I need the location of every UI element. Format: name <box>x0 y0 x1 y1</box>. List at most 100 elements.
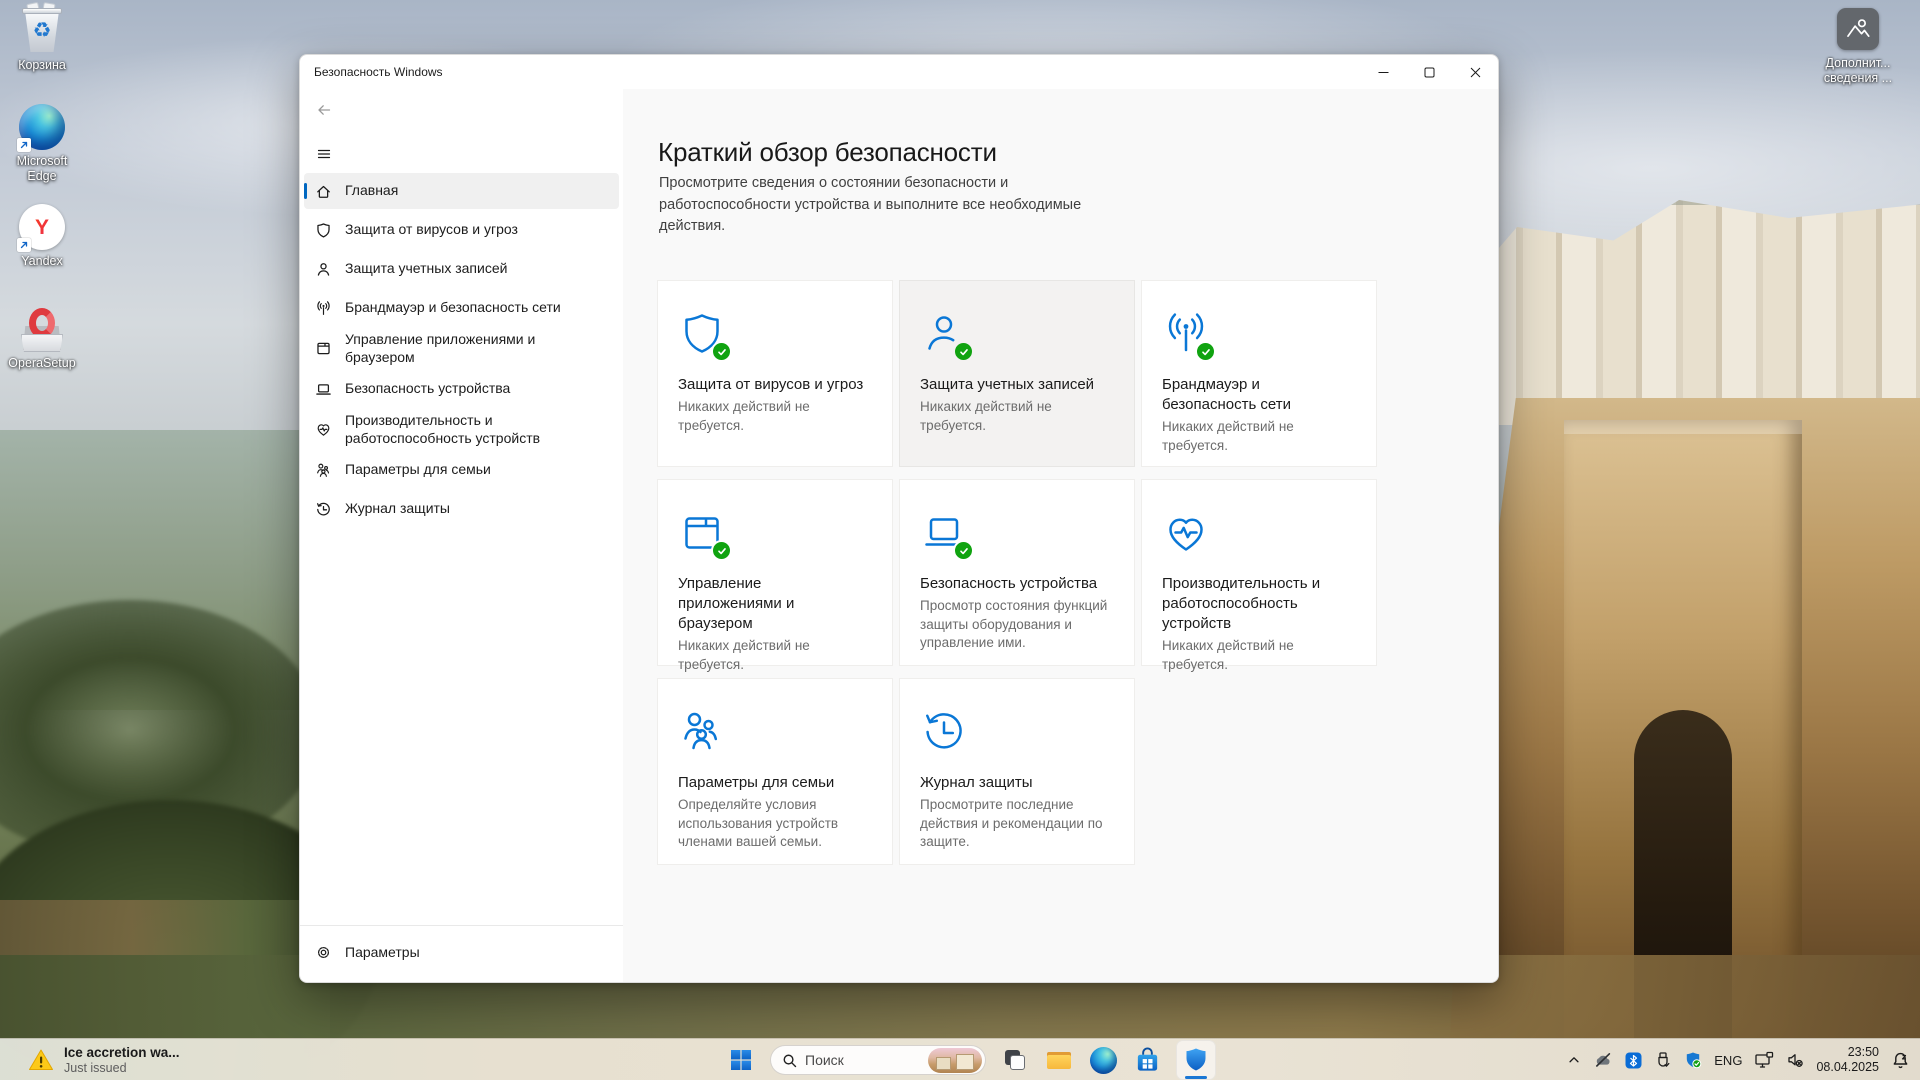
tile-title: Брандмауэр и безопасность сети <box>1162 376 1292 413</box>
sidebar-item-home[interactable]: Главная <box>304 173 619 209</box>
sidebar-item-firewall-network[interactable]: Брандмауэр и безопасность сети <box>304 290 619 326</box>
desktop-icon-opera-setup[interactable]: OperaSetup <box>6 306 78 371</box>
title-bar[interactable]: Безопасность Windows <box>300 55 1498 89</box>
sidebar-item-device-performance-health[interactable]: Производительность и работоспособность у… <box>304 410 619 449</box>
windows-logo-icon <box>731 1050 751 1070</box>
widgets-button[interactable]: Ice accretion wa... Just issued <box>18 1039 190 1080</box>
tile-protection-history[interactable]: Журнал защиты Просмотрите последние дейс… <box>899 678 1135 865</box>
family-icon <box>317 463 330 477</box>
tile-title: Безопасность устройства <box>920 575 1098 592</box>
onedrive-off-icon[interactable] <box>1593 1052 1613 1068</box>
tile-firewall-network-protection[interactable]: Брандмауэр и безопасность сети Никаких д… <box>1141 280 1377 467</box>
tray-date: 08.04.2025 <box>1816 1060 1879 1074</box>
back-button[interactable] <box>308 95 340 125</box>
svg-text:Y: Y <box>35 216 49 239</box>
edge-icon <box>1089 1046 1117 1074</box>
windows-security-taskbar-button[interactable] <box>1176 1040 1216 1080</box>
gear-icon <box>317 946 330 958</box>
family-icon <box>684 712 718 750</box>
folder-icon <box>1045 1046 1073 1074</box>
taskbar: Ice accretion wa... Just issued Поиск EN… <box>0 1038 1920 1080</box>
desktop-icon-yandex[interactable]: Y Yandex <box>6 204 78 269</box>
tile-status: Никаких действий не требуется. <box>920 399 1052 433</box>
sidebar-item-label: Журнал защиты <box>345 500 450 517</box>
tile-status: Никаких действий не требуется. <box>1162 419 1294 453</box>
tile-account-protection[interactable]: Защита учетных записей Никаких действий … <box>899 280 1135 467</box>
tile-title: Защита от вирусов и угроз <box>678 376 864 393</box>
tile-status: Никаких действий не требуется. <box>678 399 810 433</box>
page-description: Просмотрите сведения о состоянии безопас… <box>659 175 1082 234</box>
desktop-icon-label: Дополнит... сведения ... <box>1823 56 1893 85</box>
main-content: Краткий обзор безопасности Просмотрите с… <box>623 89 1498 982</box>
settings-label: Параметры <box>345 944 420 960</box>
tile-device-performance-health[interactable]: Производительность и работоспособность у… <box>1141 479 1377 672</box>
tile-app-browser-control[interactable]: Управление приложениями и браузером Ника… <box>657 479 893 672</box>
sidebar-item-label: Параметры для семьи <box>345 461 491 478</box>
sidebar-item-label: Безопасность устройства <box>345 380 511 397</box>
sidebar-item-app-browser-control[interactable]: Управление приложениями и браузером <box>304 329 619 368</box>
start-button[interactable] <box>726 1045 756 1075</box>
tile-title: Управление приложениями и браузером <box>678 575 795 632</box>
sidebar-item-account-protection[interactable]: Защита учетных записей <box>304 251 619 287</box>
shield-icon <box>317 222 330 238</box>
status-ok-icon <box>1195 341 1216 362</box>
history-icon <box>317 502 330 515</box>
tile-device-security[interactable]: Безопасность устройства Просмотр состоян… <box>899 479 1135 666</box>
sidebar-item-protection-history[interactable]: Журнал защиты <box>304 491 619 527</box>
language-indicator[interactable]: ENG <box>1714 1053 1742 1068</box>
desktop-icon-label: Корзина <box>18 58 66 72</box>
tile-title: Производительность и работоспособность у… <box>1162 575 1321 632</box>
security-tiles-grid: Защита от вирусов и угроз Никаких действ… <box>657 280 1377 865</box>
defender-tray-icon[interactable] <box>1684 1051 1702 1069</box>
desktop-icon-label: Microsoft Edge <box>16 154 68 183</box>
shortcut-arrow-icon <box>17 138 31 152</box>
notification-bell-dnd-icon[interactable] <box>1891 1051 1910 1070</box>
sidebar-item-settings[interactable]: Параметры <box>304 935 619 969</box>
tile-status: Просмотрите последние действия и рекомен… <box>920 797 1103 849</box>
microsoft-store-button[interactable] <box>1132 1045 1162 1075</box>
tile-family-options[interactable]: Параметры для семьи Определяйте условия … <box>657 678 893 865</box>
desktop-icon-recycle-bin[interactable]: ♻ Корзина <box>6 1 78 73</box>
sidebar-item-label: Главная <box>345 182 399 199</box>
tile-virus-threat-protection[interactable]: Защита от вирусов и угроз Никаких действ… <box>657 280 893 467</box>
desktop-icon-more-info[interactable]: Дополнит... сведения ... <box>1822 6 1894 86</box>
task-view-button[interactable] <box>1000 1045 1030 1075</box>
sidebar-item-label: Защита от вирусов и угроз <box>345 221 518 238</box>
maximize-button[interactable] <box>1406 55 1452 89</box>
edge-taskbar-button[interactable] <box>1088 1045 1118 1075</box>
taskbar-search[interactable] <box>770 1045 986 1075</box>
status-ok-icon <box>953 341 974 362</box>
clock[interactable]: 23:50 08.04.2025 <box>1816 1045 1879 1075</box>
minimize-button[interactable] <box>1360 55 1406 89</box>
status-ok-icon <box>711 341 732 362</box>
close-button[interactable] <box>1452 55 1498 89</box>
sidebar-item-device-security[interactable]: Безопасность устройства <box>304 371 619 407</box>
sidebar-item-label: Брандмауэр и безопасность сети <box>345 299 561 316</box>
widget-subtext: Just issued <box>64 1060 127 1075</box>
display-cast-icon[interactable] <box>1754 1051 1774 1069</box>
edge-icon <box>17 104 65 152</box>
sidebar: Главная Защита от вирусов и угроз Защита… <box>304 173 619 527</box>
hamburger-menu-icon[interactable] <box>308 139 340 169</box>
search-highlight-image[interactable] <box>928 1047 982 1073</box>
status-ok-icon <box>711 540 732 561</box>
tile-title: Параметры для семьи <box>678 774 835 791</box>
shortcut-arrow-icon <box>17 238 31 252</box>
bluetooth-icon[interactable] <box>1625 1052 1642 1069</box>
heart-pulse-icon <box>1169 518 1203 551</box>
volume-muted-icon[interactable] <box>1786 1051 1804 1069</box>
image-placeholder-icon <box>1835 6 1881 52</box>
file-explorer-button[interactable] <box>1044 1045 1074 1075</box>
tile-status: Определяйте условия использования устрой… <box>678 797 839 849</box>
sidebar-item-family-options[interactable]: Параметры для семьи <box>304 452 619 488</box>
defender-shield-icon <box>1186 1048 1206 1071</box>
tray-chevron-up-icon[interactable] <box>1567 1053 1581 1067</box>
active-app-indicator <box>1185 1075 1207 1079</box>
usb-device-icon[interactable] <box>1654 1051 1672 1069</box>
search-input[interactable] <box>805 1052 915 1068</box>
sidebar-divider <box>300 925 623 926</box>
tray-time: 23:50 <box>1847 1045 1879 1059</box>
task-view-icon <box>1002 1047 1028 1073</box>
desktop-icon-microsoft-edge[interactable]: Microsoft Edge <box>6 104 78 184</box>
sidebar-item-virus-threat-protection[interactable]: Защита от вирусов и угроз <box>304 212 619 248</box>
